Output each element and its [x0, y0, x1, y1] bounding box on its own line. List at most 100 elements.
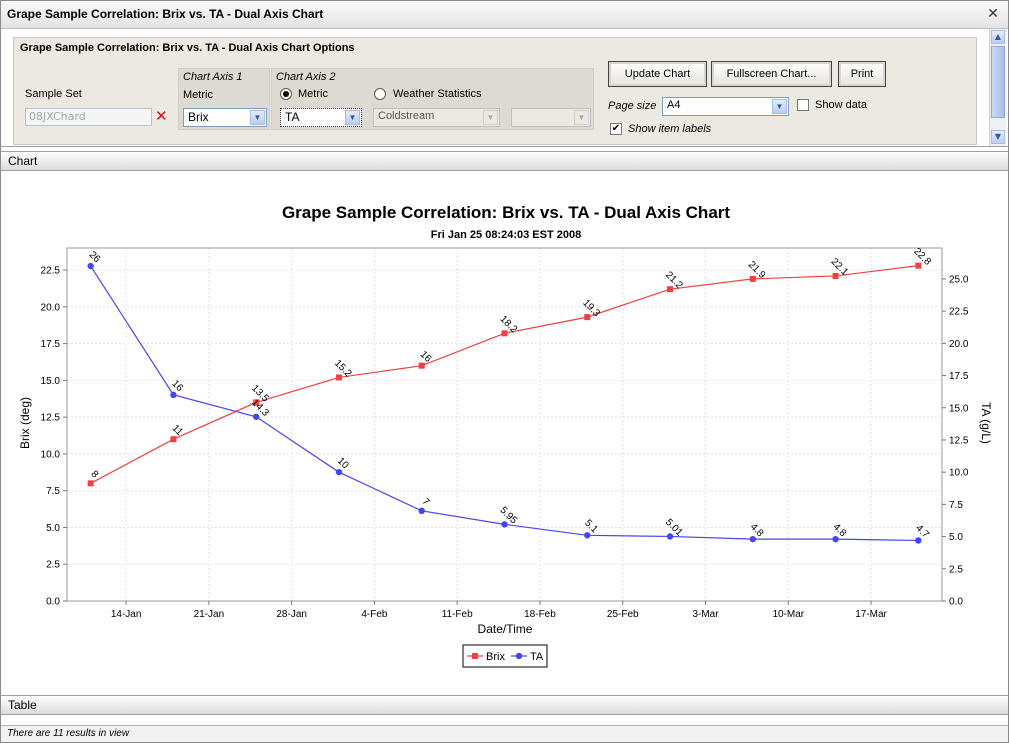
x-tick-label: 10-Mar [772, 609, 804, 620]
data-point-ta [832, 535, 839, 543]
sample-set-label: Sample Set [25, 88, 82, 100]
x-tick-label: 4-Feb [361, 609, 388, 620]
chevron-down-icon[interactable]: ▼ [574, 110, 589, 125]
print-button[interactable]: Print [838, 61, 886, 87]
data-point-brix [418, 362, 425, 369]
data-point-brix [667, 286, 674, 293]
dual-axis-chart: Grape Sample Correlation: Brix vs. TA - … [18, 203, 993, 668]
x-tick-label: 17-Mar [855, 609, 887, 620]
data-point-brix [501, 330, 508, 337]
data-point-ta [418, 507, 425, 515]
data-point-ta [749, 535, 757, 543]
data-label-brix: 18.2 [497, 314, 519, 336]
chevron-down-icon[interactable]: ▼ [250, 110, 265, 125]
legend: Brix TA [462, 644, 548, 668]
show-item-labels-checkbox[interactable]: ✔ [610, 123, 622, 135]
chart-area: Grape Sample Correlation: Brix vs. TA - … [1, 173, 1008, 695]
data-label-ta: 5.1 [582, 518, 600, 536]
x-tick-label: 25-Feb [607, 609, 639, 620]
axis2-metric-select[interactable]: TA ▼ [280, 108, 362, 127]
y2-tick-label: 17.5 [949, 371, 969, 382]
y-axis-label: Brix (deg) [18, 397, 32, 449]
title-bar[interactable]: Grape Sample Correlation: Brix vs. TA - … [1, 1, 1008, 29]
weather-station-select[interactable]: Coldstream ▼ [373, 108, 500, 127]
table-section-header[interactable]: Table [1, 695, 1008, 715]
data-label-brix: 11 [170, 423, 185, 438]
x-tick-label: 11-Feb [442, 609, 473, 620]
axis2-metric-radio[interactable] [280, 88, 292, 100]
y2-tick-label: 15.0 [949, 403, 969, 414]
y-tick-label: 20.0 [41, 302, 61, 313]
data-point-ta [915, 537, 922, 544]
data-point-brix [170, 436, 177, 443]
data-label-ta: 7 [420, 496, 432, 508]
data-point-ta [170, 391, 177, 399]
page-size-select[interactable]: A4 ▼ [662, 97, 789, 116]
y-tick-label: 17.5 [41, 339, 61, 350]
sample-set-field[interactable]: 08JXChard [25, 108, 152, 126]
grid-layer [67, 248, 942, 602]
y2-tick-label: 7.5 [949, 500, 963, 511]
y-tick-label: 15.0 [41, 376, 61, 387]
y-tick-label: 2.5 [46, 560, 60, 571]
page-size-value: A4 [667, 99, 681, 111]
data-point-ta [584, 532, 591, 539]
update-chart-button[interactable]: Update Chart [608, 61, 707, 87]
scroll-up-icon[interactable]: ▲ [991, 30, 1005, 44]
axis2-metric-value: TA [285, 110, 300, 124]
plot-border [66, 247, 943, 602]
y2-tick-label: 12.5 [949, 435, 969, 446]
chart-axis-1-panel: Chart Axis 1 Metric Brix ▼ [178, 68, 270, 130]
axis1-metric-label: Metric [183, 89, 213, 101]
chart-options-panel: Grape Sample Correlation: Brix vs. TA - … [13, 37, 977, 145]
data-point-ta [666, 533, 674, 540]
data-label-ta: 4.8 [748, 522, 766, 540]
show-data-checkbox[interactable] [797, 99, 809, 111]
x-tick-label: 21-Jan [194, 609, 225, 620]
data-label-ta: 4.8 [831, 522, 849, 540]
chart-axis-2-panel: Chart Axis 2 Metric Weather Statistics T… [271, 68, 594, 130]
options-area: Grape Sample Correlation: Brix vs. TA - … [1, 29, 1008, 147]
x-tick-label: 14-Jan [111, 609, 142, 620]
legend-label-ta: TA [530, 651, 544, 663]
axis2-header: Chart Axis 2 [276, 71, 336, 83]
chart-subtitle: Fri Jan 25 08:24:03 EST 2008 [431, 229, 581, 241]
axis2-weather-radio[interactable] [374, 88, 386, 100]
status-bar: There are 11 results in view [1, 725, 1008, 742]
data-point-ta [87, 262, 94, 270]
y-tick-label: 10.0 [41, 449, 61, 460]
data-point-brix [915, 262, 922, 269]
axis2-weather-label: Weather Statistics [393, 88, 482, 100]
data-point-brix [584, 314, 591, 321]
weather-station-value: Coldstream [378, 110, 435, 122]
data-label-ta: 4.7 [913, 523, 931, 541]
options-scrollbar[interactable]: ▲ ▼ [989, 29, 1006, 146]
fullscreen-chart-button[interactable]: Fullscreen Chart... [711, 61, 832, 87]
chevron-down-icon[interactable]: ▼ [483, 110, 498, 125]
y-tick-label: 7.5 [46, 486, 60, 497]
series-line-brix [90, 265, 919, 484]
close-icon[interactable]: ✕ [986, 7, 1000, 21]
y2-tick-label: 0.0 [949, 597, 963, 608]
scroll-thumb[interactable] [991, 46, 1005, 118]
data-label-brix: 15.2 [332, 358, 354, 380]
chevron-down-icon[interactable]: ▼ [772, 99, 787, 114]
weather-stat-select[interactable]: ▼ [511, 108, 591, 127]
data-label-ta: 10 [335, 456, 351, 472]
y-tick-label: 12.5 [41, 413, 61, 424]
x-tick-label: 18-Feb [524, 609, 556, 620]
scroll-down-icon[interactable]: ▼ [991, 130, 1005, 144]
data-point-brix [749, 275, 756, 282]
axis1-metric-value: Brix [188, 110, 209, 124]
data-point-ta [335, 468, 343, 476]
data-label-ta: 5.01 [663, 517, 685, 539]
y-tick-label: 22.5 [41, 266, 61, 277]
axis1-metric-select[interactable]: Brix ▼ [183, 108, 267, 127]
data-label-brix: 16 [418, 349, 434, 365]
clear-sample-set-icon[interactable]: ✕ [155, 108, 168, 124]
chevron-down-icon[interactable]: ▼ [345, 110, 360, 125]
chart-section-header[interactable]: Chart [1, 151, 1008, 171]
y2-tick-label: 25.0 [949, 274, 969, 285]
axis2-metric-label: Metric [298, 88, 328, 100]
window-title: Grape Sample Correlation: Brix vs. TA - … [7, 7, 324, 21]
